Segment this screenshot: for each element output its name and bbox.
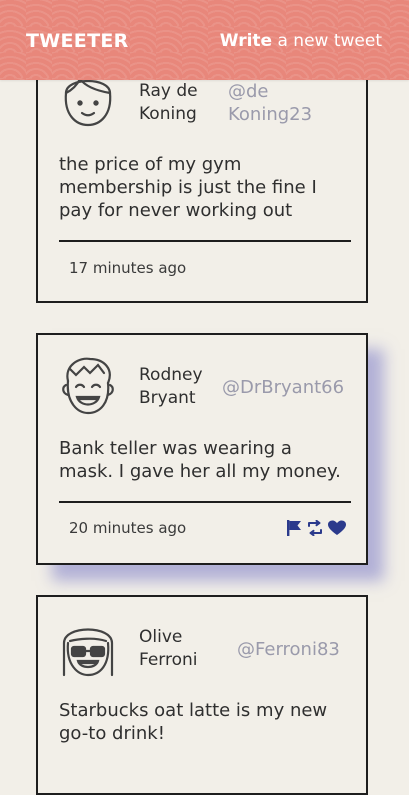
tweet-actions bbox=[286, 519, 346, 537]
display-name[interactable]: Rodney Bryant bbox=[139, 364, 219, 410]
compose-label-rest: a new tweet bbox=[272, 31, 382, 51]
tweet-card: Olive Ferroni @Ferroni83 Starbucks oat l… bbox=[36, 595, 368, 795]
compose-tweet-link[interactable]: Write a new tweet bbox=[220, 31, 382, 51]
divider bbox=[59, 240, 351, 242]
user-handle[interactable]: @Ferroni83 bbox=[237, 638, 340, 661]
display-name[interactable]: Olive Ferroni bbox=[139, 626, 219, 672]
avatar bbox=[60, 355, 116, 417]
tweet-text: Bank teller was wearing a mask. I gave h… bbox=[59, 438, 341, 482]
retweet-button[interactable] bbox=[306, 520, 324, 536]
like-button[interactable] bbox=[328, 520, 346, 536]
tweet-text: the price of my gym membership is just t… bbox=[59, 154, 317, 221]
tweet-card: Rodney Bryant @DrBryant66 Bank teller wa… bbox=[36, 333, 368, 565]
flag-icon bbox=[287, 520, 301, 536]
avatar-icon bbox=[62, 357, 114, 415]
retweet-icon bbox=[308, 520, 322, 536]
user-handle[interactable]: @DrBryant66 bbox=[222, 376, 344, 399]
tweet-text: Starbucks oat latte is my new go-to drin… bbox=[59, 700, 328, 744]
app-header: TWEETER Write a new tweet bbox=[0, 0, 409, 80]
flag-button[interactable] bbox=[286, 519, 302, 537]
display-name[interactable]: Ray de Koning bbox=[139, 80, 219, 126]
avatar bbox=[60, 617, 116, 679]
heart-icon bbox=[328, 520, 346, 535]
user-handle[interactable]: @de Koning23 bbox=[228, 80, 312, 126]
timestamp: 20 minutes ago bbox=[69, 519, 187, 537]
compose-label-bold: Write bbox=[219, 31, 273, 51]
app-logo[interactable]: TWEETER bbox=[26, 30, 129, 52]
avatar-icon bbox=[62, 628, 114, 677]
timestamp: 17 minutes ago bbox=[69, 259, 187, 277]
divider bbox=[59, 501, 351, 503]
